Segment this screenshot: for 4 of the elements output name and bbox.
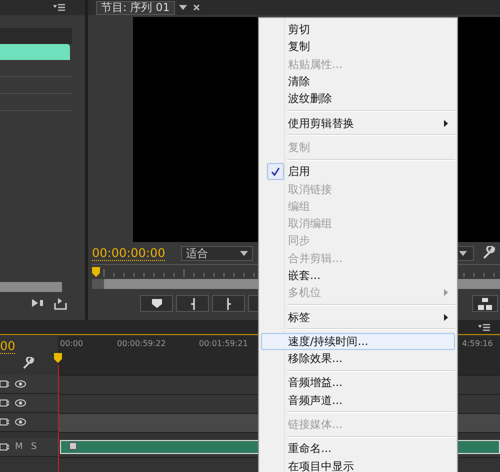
ruler-label: 00:00 [60, 339, 84, 348]
ruler-label: 4:59:16 [462, 339, 493, 348]
ruler-label: 00:00:59:22 [117, 339, 166, 348]
ruler-label: 00:01:59:21 [199, 339, 248, 348]
